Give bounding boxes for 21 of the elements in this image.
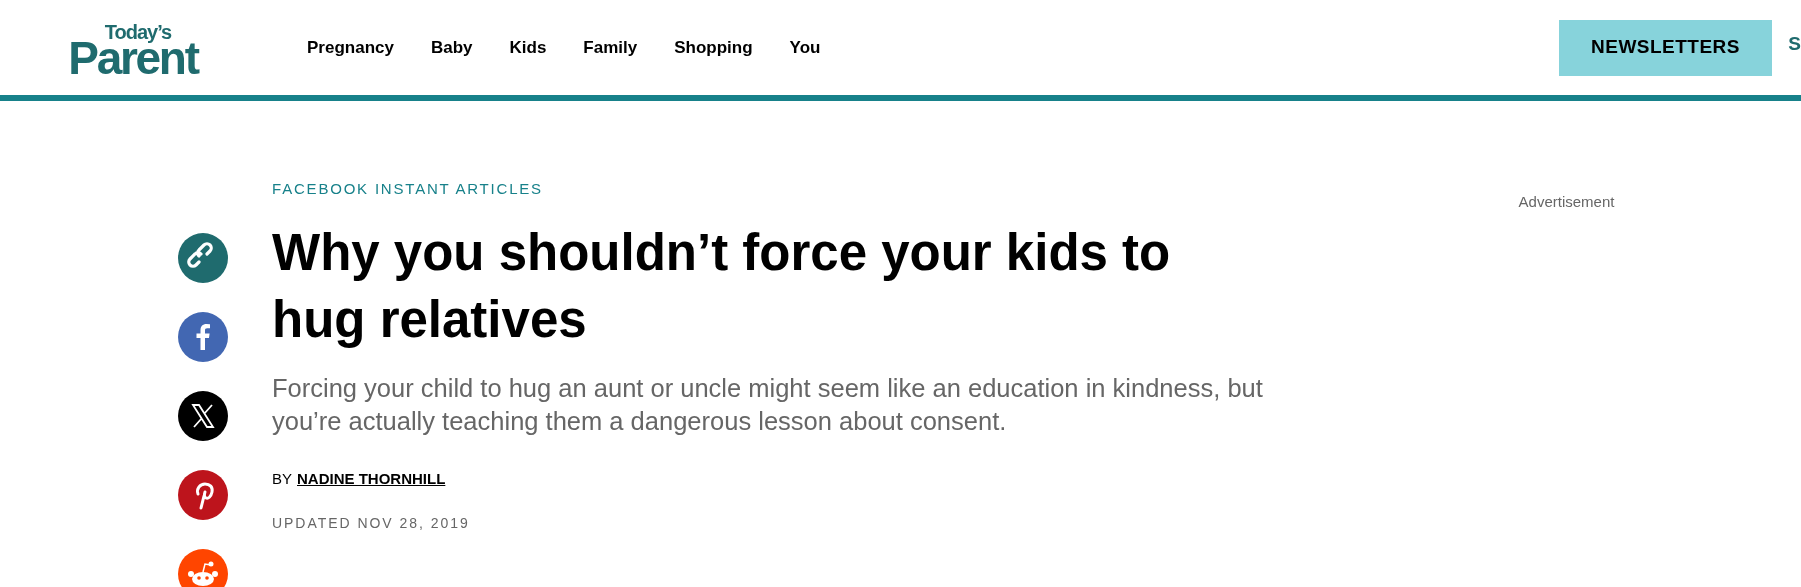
facebook-icon[interactable] bbox=[178, 312, 228, 362]
newsletters-button[interactable]: NEWSLETTERS bbox=[1559, 19, 1772, 76]
article-title: Why you shouldn’t force your kids to hug relatives bbox=[272, 222, 1172, 350]
byline-label: BY bbox=[272, 468, 292, 489]
link-icon[interactable] bbox=[178, 233, 228, 283]
logo[interactable]: Today’s Parent bbox=[42, 21, 224, 74]
nav-link[interactable]: Shopping bbox=[674, 34, 753, 61]
advertisement-label: Advertisement bbox=[1518, 192, 1615, 212]
pinterest-icon[interactable] bbox=[178, 470, 228, 520]
x-icon[interactable] bbox=[178, 391, 228, 441]
author-link[interactable]: NADINE THORNHILL bbox=[297, 467, 446, 490]
nav-link[interactable]: Pregnancy bbox=[307, 34, 394, 61]
nav-link[interactable]: Baby bbox=[430, 34, 473, 61]
updated-date: UPDATED NOV 28, 2019 bbox=[272, 514, 471, 533]
category-link[interactable]: FACEBOOK INSTANT ARTICLES bbox=[272, 178, 1332, 201]
nav-link[interactable]: You bbox=[789, 34, 821, 61]
reddit-icon[interactable] bbox=[178, 549, 228, 587]
nav-link[interactable]: Kids bbox=[509, 34, 547, 61]
article-summary: Forcing your child to hug an aunt or uncle might seem like an education in kindness, but you’re actually teaching them a dangerous lesson about consent. bbox=[272, 372, 1264, 437]
nav-link[interactable]: Family bbox=[583, 34, 638, 61]
nav-link[interactable]: S bbox=[1788, 30, 1801, 59]
